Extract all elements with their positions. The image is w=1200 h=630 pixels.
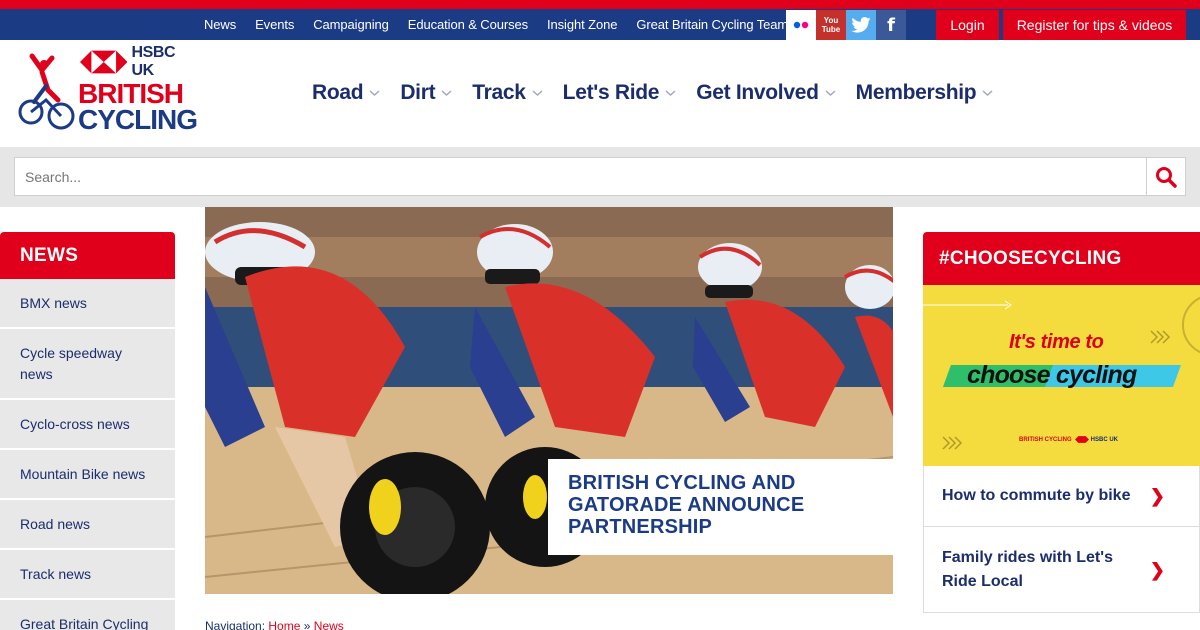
nav-dirt[interactable]: Dirt (400, 81, 453, 105)
util-link-education[interactable]: Education & Courses (408, 17, 528, 32)
hero-headline: BRITISH CYCLING AND GATORADE ANNOUNCE PA… (568, 472, 805, 538)
breadcrumb-separator: » (303, 619, 311, 630)
promo-brand: BRITISH CYCLING HSBC UK (1019, 436, 1119, 443)
search-input[interactable] (14, 157, 1147, 196)
choose-cycling-promo[interactable]: It's time to choose cycling BRITISH CYCL… (923, 285, 1200, 466)
breadcrumb-label: Navigation: (205, 619, 266, 630)
hero-headline-card[interactable]: BRITISH CYCLING AND GATORADE ANNOUNCE PA… (548, 459, 893, 555)
utility-nav: News Events Campaigning Education & Cour… (204, 9, 807, 40)
sidebar-item-road-news[interactable]: Road news (0, 500, 175, 550)
chevron-down-icon (369, 90, 380, 97)
news-sidebar: NEWS BMX news Cycle speedway news Cyclo-… (0, 232, 175, 630)
youtube-icon[interactable]: You Tube (816, 10, 846, 40)
nav-membership[interactable]: Membership (856, 81, 995, 105)
chevron-right-icon: ❯ (1149, 559, 1165, 580)
link-commute-by-bike[interactable]: How to commute by bike ❯ (923, 466, 1200, 527)
main-nav: Road Dirt Track Let's Ride Get Involved … (312, 81, 1013, 105)
sidebar-title: NEWS (0, 232, 175, 279)
logo-text-cycling: CYCLING (78, 104, 198, 135)
hsbc-small-hexagon-icon (1074, 436, 1089, 443)
choose-cycling-title: #CHOOSECYCLING (923, 232, 1200, 285)
util-link-insight[interactable]: Insight Zone (547, 17, 617, 32)
twitter-icon[interactable] (846, 10, 876, 40)
hsbc-sponsor: HSBC UK (80, 44, 198, 79)
sidebar-item-bmx-news[interactable]: BMX news (0, 279, 175, 329)
nav-track[interactable]: Track (472, 81, 543, 105)
util-link-events[interactable]: Events (255, 17, 294, 32)
chevron-down-icon (665, 90, 676, 97)
site-header: HSBC UK BRITISH CYCLING Road Dirt Track … (0, 40, 1200, 147)
breadcrumb: Navigation: Home » News (205, 619, 344, 630)
sidebar-item-track-news[interactable]: Track news (0, 550, 175, 600)
sidebar-item-gb-cycling[interactable]: Great Britain Cycling (0, 600, 175, 630)
cyclist-logo-icon (18, 53, 75, 130)
util-link-news[interactable]: News (204, 17, 236, 32)
chevron-down-icon (982, 90, 993, 97)
sidebar-item-cyclo-cross-news[interactable]: Cyclo-cross news (0, 400, 175, 450)
search-icon (1156, 166, 1177, 188)
search-button[interactable] (1146, 157, 1186, 196)
chevron-down-icon (825, 90, 836, 97)
facebook-icon[interactable]: f (876, 10, 906, 40)
promo-line2: choose cycling (967, 361, 1137, 389)
sidebar-item-mountain-bike-news[interactable]: Mountain Bike news (0, 450, 175, 500)
promo-line1: It's time to (1009, 331, 1104, 353)
nav-get-involved[interactable]: Get Involved (696, 81, 836, 105)
sidebar-item-cycle-speedway-news[interactable]: Cycle speedway news (0, 329, 175, 400)
social-links: You Tube f (786, 10, 906, 40)
breadcrumb-home[interactable]: Home (268, 619, 300, 630)
search-bar (0, 147, 1200, 207)
link-family-rides[interactable]: Family rides with Let's Ride Local ❯ (923, 527, 1200, 613)
choose-cycling-panel: #CHOOSECYCLING It's time to choose cycli… (923, 232, 1200, 613)
register-button[interactable]: Register for tips & videos (1003, 10, 1186, 40)
hsbc-hexagon-icon (80, 50, 128, 74)
breadcrumb-current[interactable]: News (314, 619, 344, 630)
top-red-strip (0, 0, 1200, 9)
chevron-down-icon (532, 90, 543, 97)
chevron-right-icon: ❯ (1149, 486, 1165, 506)
login-button[interactable]: Login (936, 10, 999, 40)
utility-bar: News Events Campaigning Education & Cour… (0, 9, 1200, 40)
nav-road[interactable]: Road (312, 81, 381, 105)
british-cycling-logo[interactable]: HSBC UK BRITISH CYCLING (18, 44, 198, 135)
flickr-icon[interactable] (786, 10, 816, 40)
util-link-campaigning[interactable]: Campaigning (313, 17, 389, 32)
chevron-down-icon (441, 90, 452, 97)
nav-lets-ride[interactable]: Let's Ride (563, 81, 678, 105)
util-link-gb-team[interactable]: Great Britain Cycling Team (636, 17, 788, 32)
